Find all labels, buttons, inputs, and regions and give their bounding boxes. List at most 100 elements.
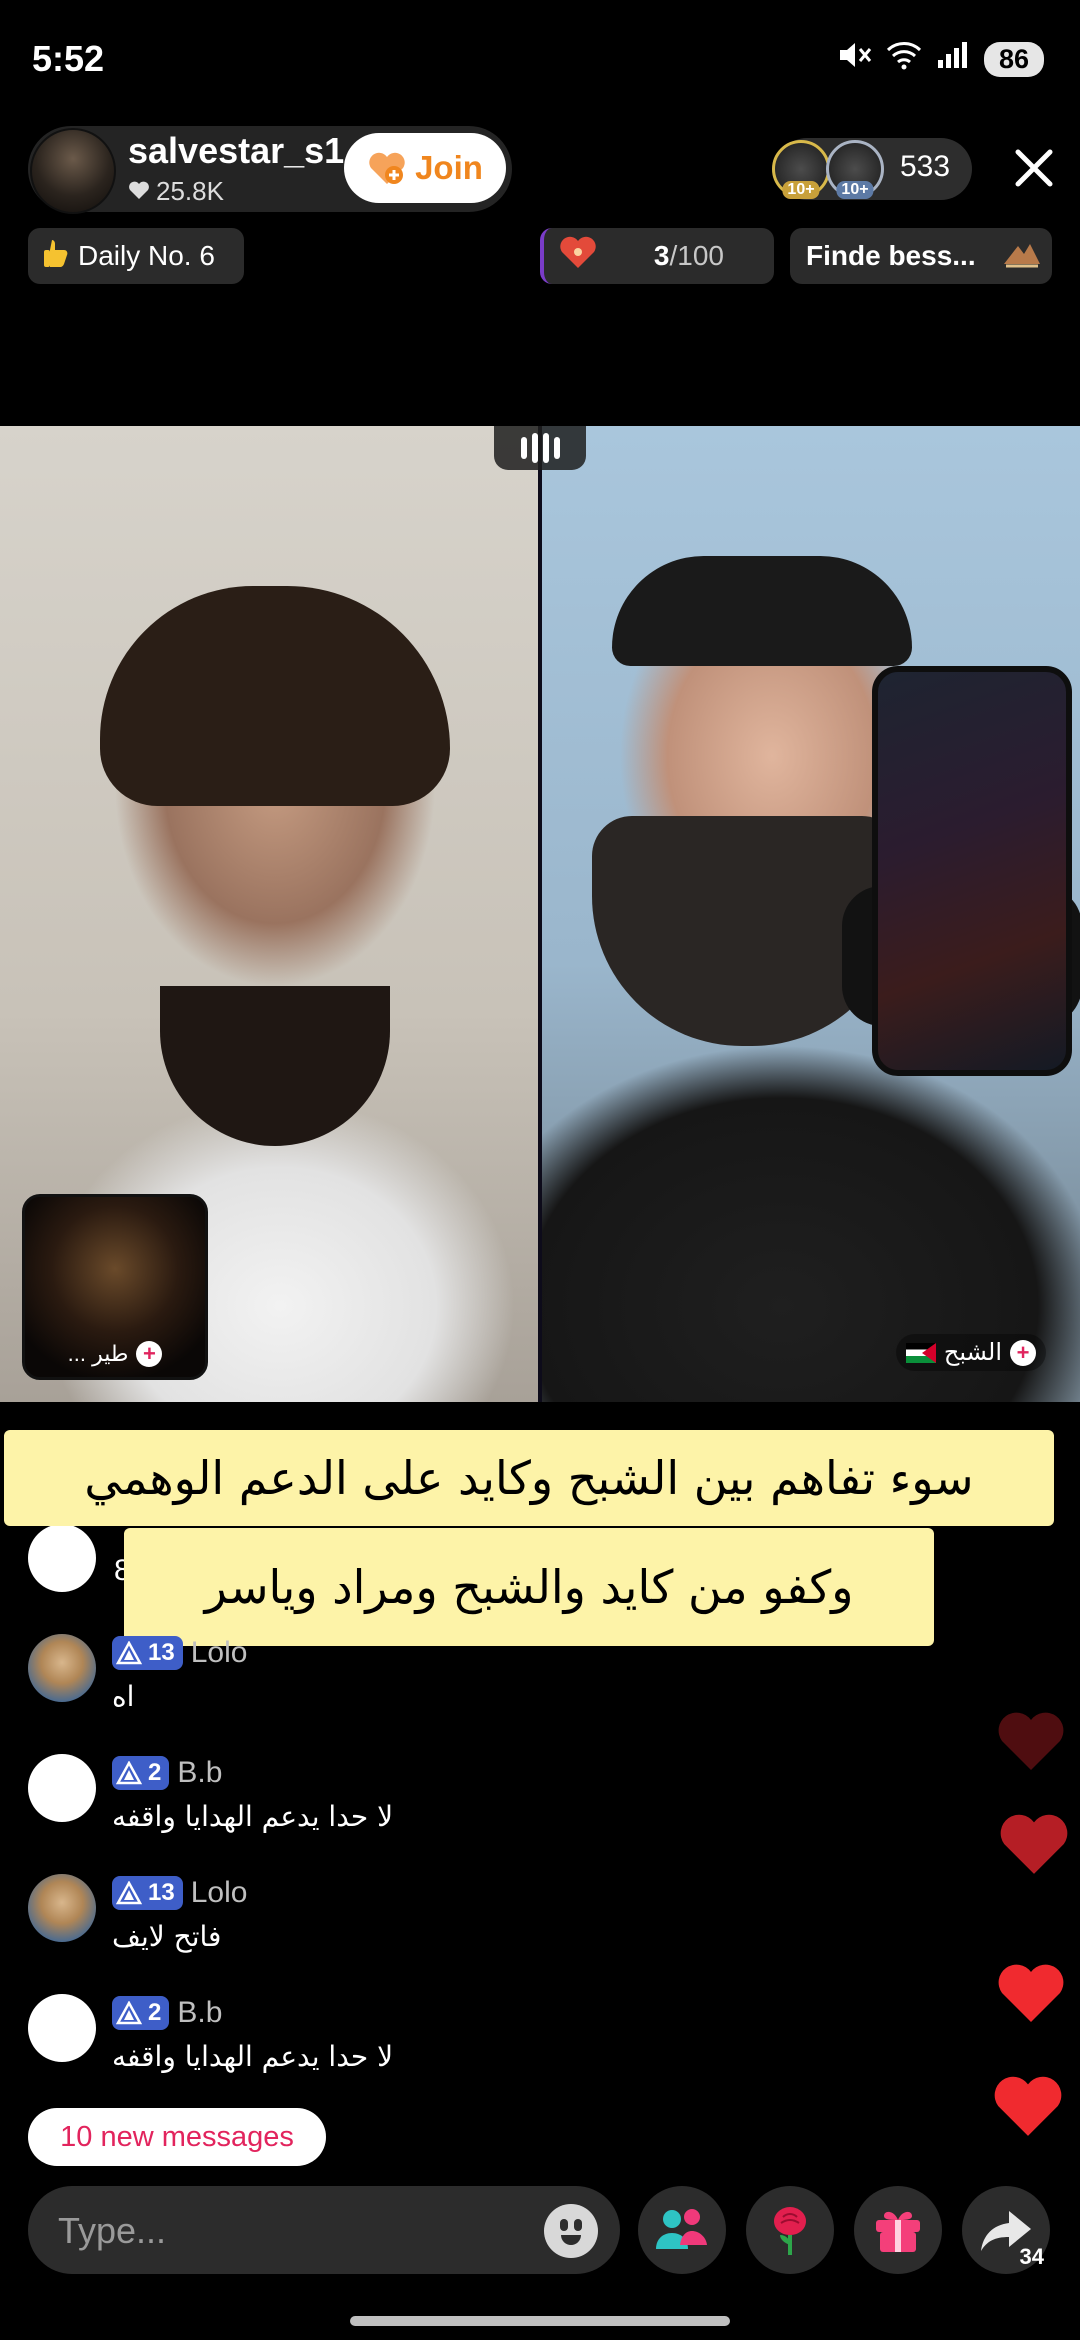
level-triangle-icon xyxy=(116,1881,142,1905)
close-button[interactable] xyxy=(1004,138,1064,198)
share-button[interactable]: 34 xyxy=(962,2186,1050,2274)
level-triangle-icon xyxy=(116,2001,142,2025)
join-label: Join xyxy=(415,149,483,186)
comment-item[interactable]: 2 B.b لا حدا يدعم الهدايا واقفه xyxy=(28,1994,828,2104)
top-viewer-avatar[interactable]: 10+ xyxy=(772,140,830,199)
level-badge: 13 xyxy=(112,1876,183,1910)
battery-icon: 86 xyxy=(984,41,1044,77)
comment-avatar[interactable] xyxy=(28,1874,96,1942)
comment-username[interactable]: Lolo xyxy=(191,1636,248,1670)
host-username[interactable]: salvestar_s1 xyxy=(128,130,344,172)
floating-heart-icon xyxy=(996,1710,1066,1777)
gift-goal-icon xyxy=(558,236,598,278)
follow-plus-icon[interactable]: + xyxy=(136,1341,163,1367)
host-likes-count: 25.8K xyxy=(156,176,224,206)
comment-item[interactable]: 2 B.b لا حدا يدعم الهدايا واقفه xyxy=(28,1754,828,1864)
gift-button[interactable] xyxy=(854,2186,942,2274)
comment-avatar[interactable] xyxy=(28,1754,96,1822)
follow-plus-icon[interactable]: + xyxy=(1010,1339,1036,1366)
level-number: 13 xyxy=(148,1639,175,1666)
comment-item[interactable]: 13 Lolo فاتح لايف xyxy=(28,1874,828,1984)
users-icon xyxy=(656,2209,707,2249)
viewer-rank-badge: 10+ xyxy=(836,181,874,199)
guest-name: طير ... xyxy=(67,1341,129,1366)
opponent-video-subject xyxy=(612,556,912,666)
status-time: 5:52 xyxy=(32,38,105,79)
host-video-subject xyxy=(100,586,450,806)
host-likes: 25.8K xyxy=(128,176,224,207)
comment-avatar[interactable] xyxy=(28,1994,96,2062)
audio-bar xyxy=(553,437,560,459)
heart-icon xyxy=(128,176,150,207)
level-badge: 13 xyxy=(112,1636,183,1670)
floating-heart-icon xyxy=(996,1962,1066,2029)
status-icons: 86 xyxy=(838,40,1044,78)
emoji-icon[interactable] xyxy=(544,2204,598,2258)
signal-icon xyxy=(936,40,970,78)
daily-rank-label: Daily No. 6 xyxy=(78,240,215,271)
match-chip[interactable]: Finde bess... xyxy=(790,228,1052,284)
phone-in-video xyxy=(872,666,1072,1076)
mute-icon xyxy=(838,40,872,78)
level-badge: 2 xyxy=(112,1996,170,2030)
guest-name-tag: + طير ... xyxy=(25,1341,205,1367)
share-count: 34 xyxy=(1019,2244,1044,2269)
host-video-subject-beard xyxy=(160,986,390,1146)
top-viewer-avatar[interactable]: 10+ xyxy=(826,140,884,199)
comment-header: 13 Lolo xyxy=(112,1634,247,1672)
new-messages-button[interactable]: 10 new messages xyxy=(28,2108,326,2166)
home-indicator[interactable] xyxy=(350,2316,730,2326)
rose-gift-button[interactable] xyxy=(746,2186,834,2274)
rose-icon xyxy=(774,2207,806,2255)
opponent-name-tag[interactable]: + الشبح xyxy=(895,1334,1046,1371)
level-number: 13 xyxy=(148,1879,175,1906)
level-badge: 2 xyxy=(112,1756,170,1790)
comment-text: فاتح لايف xyxy=(112,1920,222,1953)
comment-input-placeholder: Type... xyxy=(58,2210,167,2251)
comment-username[interactable]: B.b xyxy=(177,1756,222,1790)
wifi-icon xyxy=(886,40,922,78)
caption-line-1: سوء تفاهم بين الشبح وكايد على الدعم الوه… xyxy=(4,1430,1054,1526)
comment-text: لا حدا يدعم الهدايا واقفه xyxy=(112,1800,394,1833)
audio-bar xyxy=(542,433,549,463)
level-triangle-icon xyxy=(116,1641,142,1665)
audio-level-indicator[interactable] xyxy=(494,426,586,470)
gift-goal-progress: 3 xyxy=(653,240,670,271)
viewer-rank-badge: 10+ xyxy=(782,181,820,199)
match-label: Finde bess... xyxy=(806,240,976,271)
opponent-video-panel[interactable] xyxy=(542,426,1080,1402)
comment-header: 13 Lolo xyxy=(112,1874,247,1912)
comment-text: لا حدا يدعم الهدايا واقفه xyxy=(112,2040,394,2073)
comment-item[interactable]: 13 Lolo اه xyxy=(28,1634,828,1744)
gift-goal-chip[interactable]: 3 /100 xyxy=(540,228,774,284)
comment-username[interactable]: B.b xyxy=(177,1996,222,2030)
daily-rank-chip[interactable]: Daily No. 6 xyxy=(28,228,244,284)
guest-video-box[interactable]: + طير ... xyxy=(22,1194,208,1380)
comment-text: اه xyxy=(112,1680,135,1713)
level-number: 2 xyxy=(148,1759,162,1786)
comment-username[interactable]: Lolo xyxy=(191,1876,248,1910)
viewer-count[interactable]: 533 xyxy=(900,150,950,184)
comment-header: 2 B.b xyxy=(112,1994,222,2032)
comment-avatar[interactable] xyxy=(28,1524,96,1592)
gift-goal-total: /100 xyxy=(669,240,725,271)
match-icon xyxy=(1000,234,1044,282)
audio-bar xyxy=(520,437,527,459)
panel-divider xyxy=(538,426,542,1402)
audio-bar xyxy=(531,433,538,463)
co-host-button[interactable] xyxy=(638,2186,726,2274)
flag-icon xyxy=(905,1342,936,1363)
comment-avatar[interactable] xyxy=(28,1634,96,1702)
caption-line-2: وكفو من كايد والشبح ومراد وياسر xyxy=(124,1528,934,1646)
close-icon xyxy=(1015,149,1053,187)
comment-input[interactable]: Type... xyxy=(28,2186,620,2274)
floating-heart-icon xyxy=(992,2074,1064,2143)
join-button[interactable]: Join xyxy=(344,133,506,203)
comment-header: 2 B.b xyxy=(112,1754,222,1792)
gift-icon xyxy=(876,2211,920,2252)
level-triangle-icon xyxy=(116,1761,142,1785)
join-heart-icon xyxy=(367,150,407,186)
opponent-name: الشبح xyxy=(943,1339,1002,1366)
level-number: 2 xyxy=(148,1999,162,2026)
host-avatar[interactable] xyxy=(30,128,116,214)
